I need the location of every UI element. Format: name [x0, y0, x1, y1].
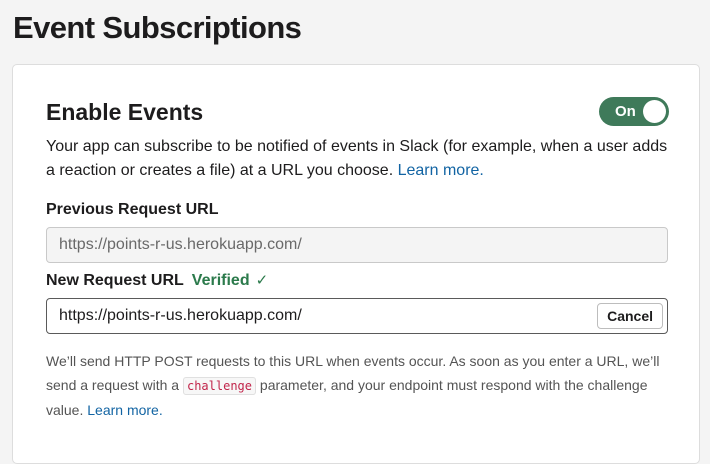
new-url-label-row: New Request URL Verified ✓ — [46, 270, 268, 292]
previous-url-value: https://points-r-us.herokuapp.com/ — [59, 236, 302, 253]
verified-status: Verified — [191, 272, 250, 289]
enable-events-description: Your app can subscribe to be notified of… — [46, 135, 676, 183]
previous-url-field: https://points-r-us.herokuapp.com/ — [46, 227, 668, 263]
help-text: We’ll send HTTP POST requests to this UR… — [46, 349, 671, 422]
challenge-code: challenge — [182, 377, 257, 395]
description-text: Your app can subscribe to be notified of… — [46, 138, 668, 179]
previous-url-label: Previous Request URL — [46, 201, 219, 218]
enable-events-toggle[interactable]: On — [599, 97, 669, 126]
new-url-value: https://points-r-us.herokuapp.com/ — [59, 307, 302, 324]
toggle-knob — [643, 100, 666, 123]
new-url-label: New Request URL — [46, 272, 184, 289]
help-learn-more-link[interactable]: Learn more. — [87, 402, 162, 418]
toggle-label: On — [615, 103, 636, 120]
cancel-button[interactable]: Cancel — [597, 303, 663, 329]
section-title: Enable Events — [46, 99, 204, 125]
new-url-input[interactable]: https://points-r-us.herokuapp.com/ Cance… — [46, 298, 668, 334]
learn-more-link[interactable]: Learn more. — [398, 162, 484, 179]
checkmark-icon: ✓ — [255, 272, 269, 289]
page-title: Event Subscriptions — [13, 10, 302, 45]
enable-events-card: Enable Events On Your app can subscribe … — [12, 64, 700, 464]
